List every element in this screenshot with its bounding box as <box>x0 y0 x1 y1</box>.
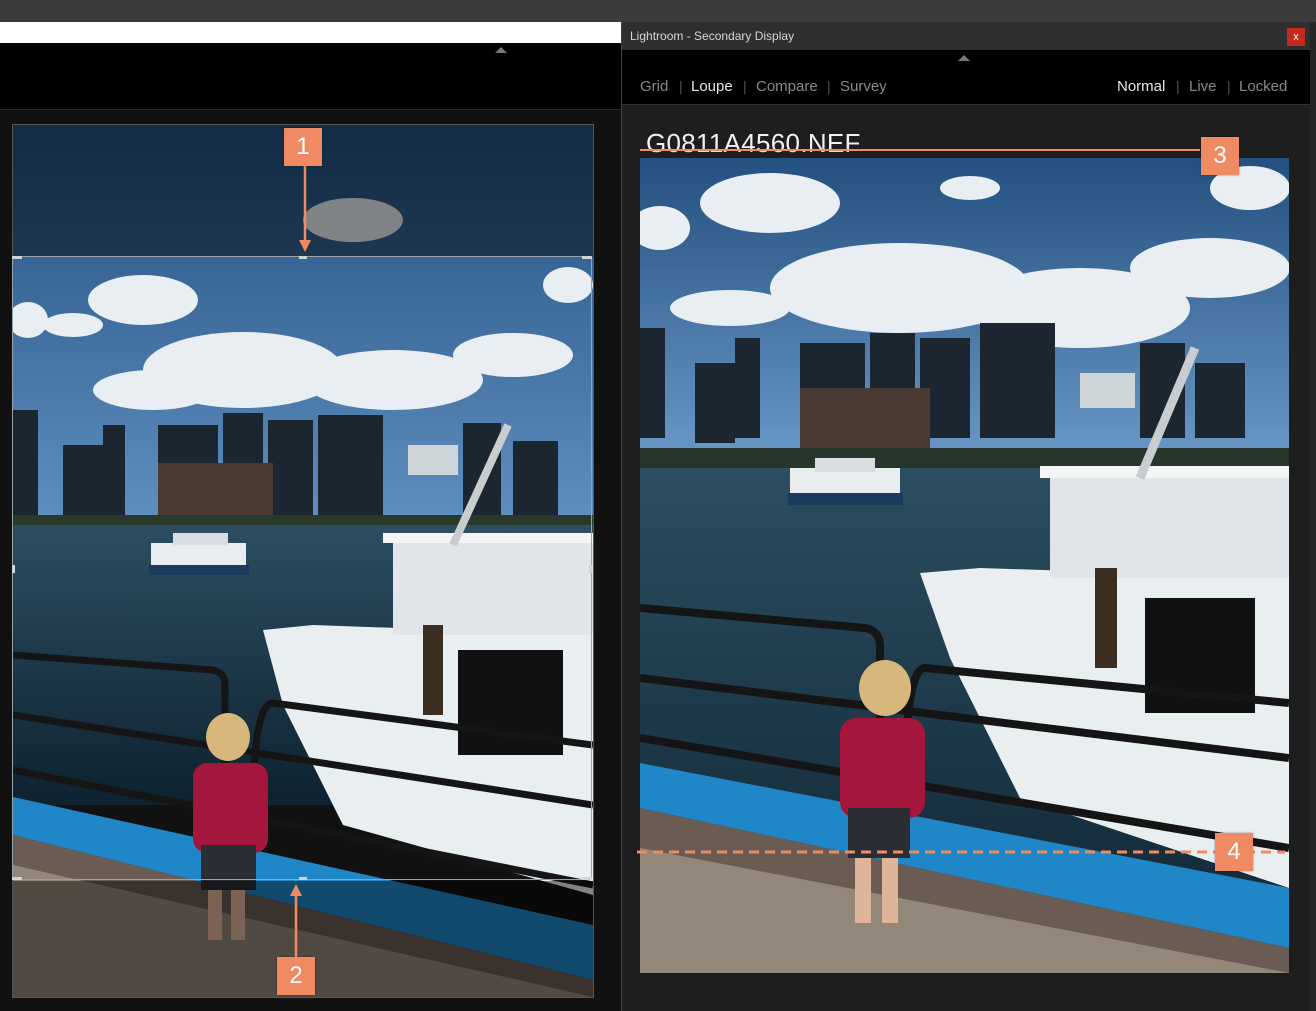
nav-separator: | <box>743 78 747 94</box>
harbor-photo-loupe <box>640 158 1289 973</box>
nav-separator: | <box>1176 78 1180 94</box>
crop-handle-top-right[interactable] <box>582 256 592 259</box>
nav-separator: | <box>1227 78 1231 94</box>
crop-handle-right[interactable] <box>589 565 592 573</box>
nav-separator: | <box>679 78 683 94</box>
close-button[interactable]: x <box>1287 28 1305 46</box>
callout-badge-2: 2 <box>277 957 315 995</box>
loupe-preview-image[interactable] <box>640 158 1289 973</box>
mode-live[interactable]: Live <box>1189 78 1217 95</box>
crop-handle-bottom-left[interactable] <box>12 877 22 880</box>
collapse-top-panel-icon[interactable] <box>495 47 507 53</box>
mode-normal[interactable]: Normal <box>1117 78 1165 95</box>
crop-handle-left[interactable] <box>12 565 15 573</box>
photo-filename: G0811A4560.NEF <box>646 128 861 158</box>
callout-badge-4: 4 <box>1215 833 1253 871</box>
callout-badge-3: 3 <box>1201 137 1239 175</box>
nav-separator: | <box>827 78 831 94</box>
mode-locked[interactable]: Locked <box>1239 78 1287 95</box>
app-top-bar <box>0 0 1316 22</box>
view-grid[interactable]: Grid <box>640 78 668 95</box>
collapse-header-icon[interactable] <box>958 55 970 61</box>
view-survey[interactable]: Survey <box>840 78 887 95</box>
crop-rectangle[interactable] <box>12 256 592 880</box>
secondary-titlebar: Lightroom - Secondary Display x <box>622 22 1311 50</box>
crop-handle-bottom[interactable] <box>299 877 307 880</box>
main-window-strip <box>0 22 622 43</box>
main-header-panel <box>0 43 622 110</box>
crop-handle-bottom-right[interactable] <box>582 877 592 880</box>
crop-handle-top[interactable] <box>299 256 307 259</box>
callout-badge-1: 1 <box>284 128 322 166</box>
background-window-edge <box>1310 22 1316 1011</box>
view-loupe[interactable]: Loupe <box>691 78 733 95</box>
view-compare[interactable]: Compare <box>756 78 818 95</box>
crop-handle-top-left[interactable] <box>12 256 22 259</box>
window-title: Lightroom - Secondary Display <box>630 29 795 43</box>
